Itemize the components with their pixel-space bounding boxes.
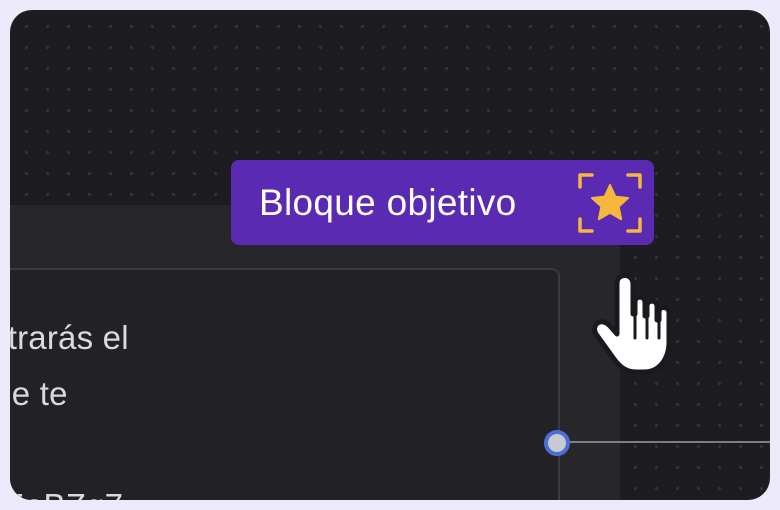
target-block-tag[interactable]: Bloque objetivo [231, 160, 654, 245]
flow-canvas[interactable]: A continuación encontrarás el link del g… [10, 10, 770, 500]
message-line-3: unas [10, 422, 490, 478]
message-line-4: https://t.me/joinchat/J5oBZg7 [10, 478, 490, 500]
star-target-icon [578, 173, 642, 233]
connector-line [566, 441, 770, 443]
connector-handle[interactable] [544, 430, 570, 456]
message-text: A continuación encontrarás el link del g… [10, 310, 490, 500]
hand-pointer-icon [592, 273, 672, 375]
target-block-label: Bloque objetivo [259, 181, 517, 223]
message-line-1: A continuación encontrarás el [10, 319, 129, 356]
message-line-2: link del grupo para que te [10, 375, 68, 412]
